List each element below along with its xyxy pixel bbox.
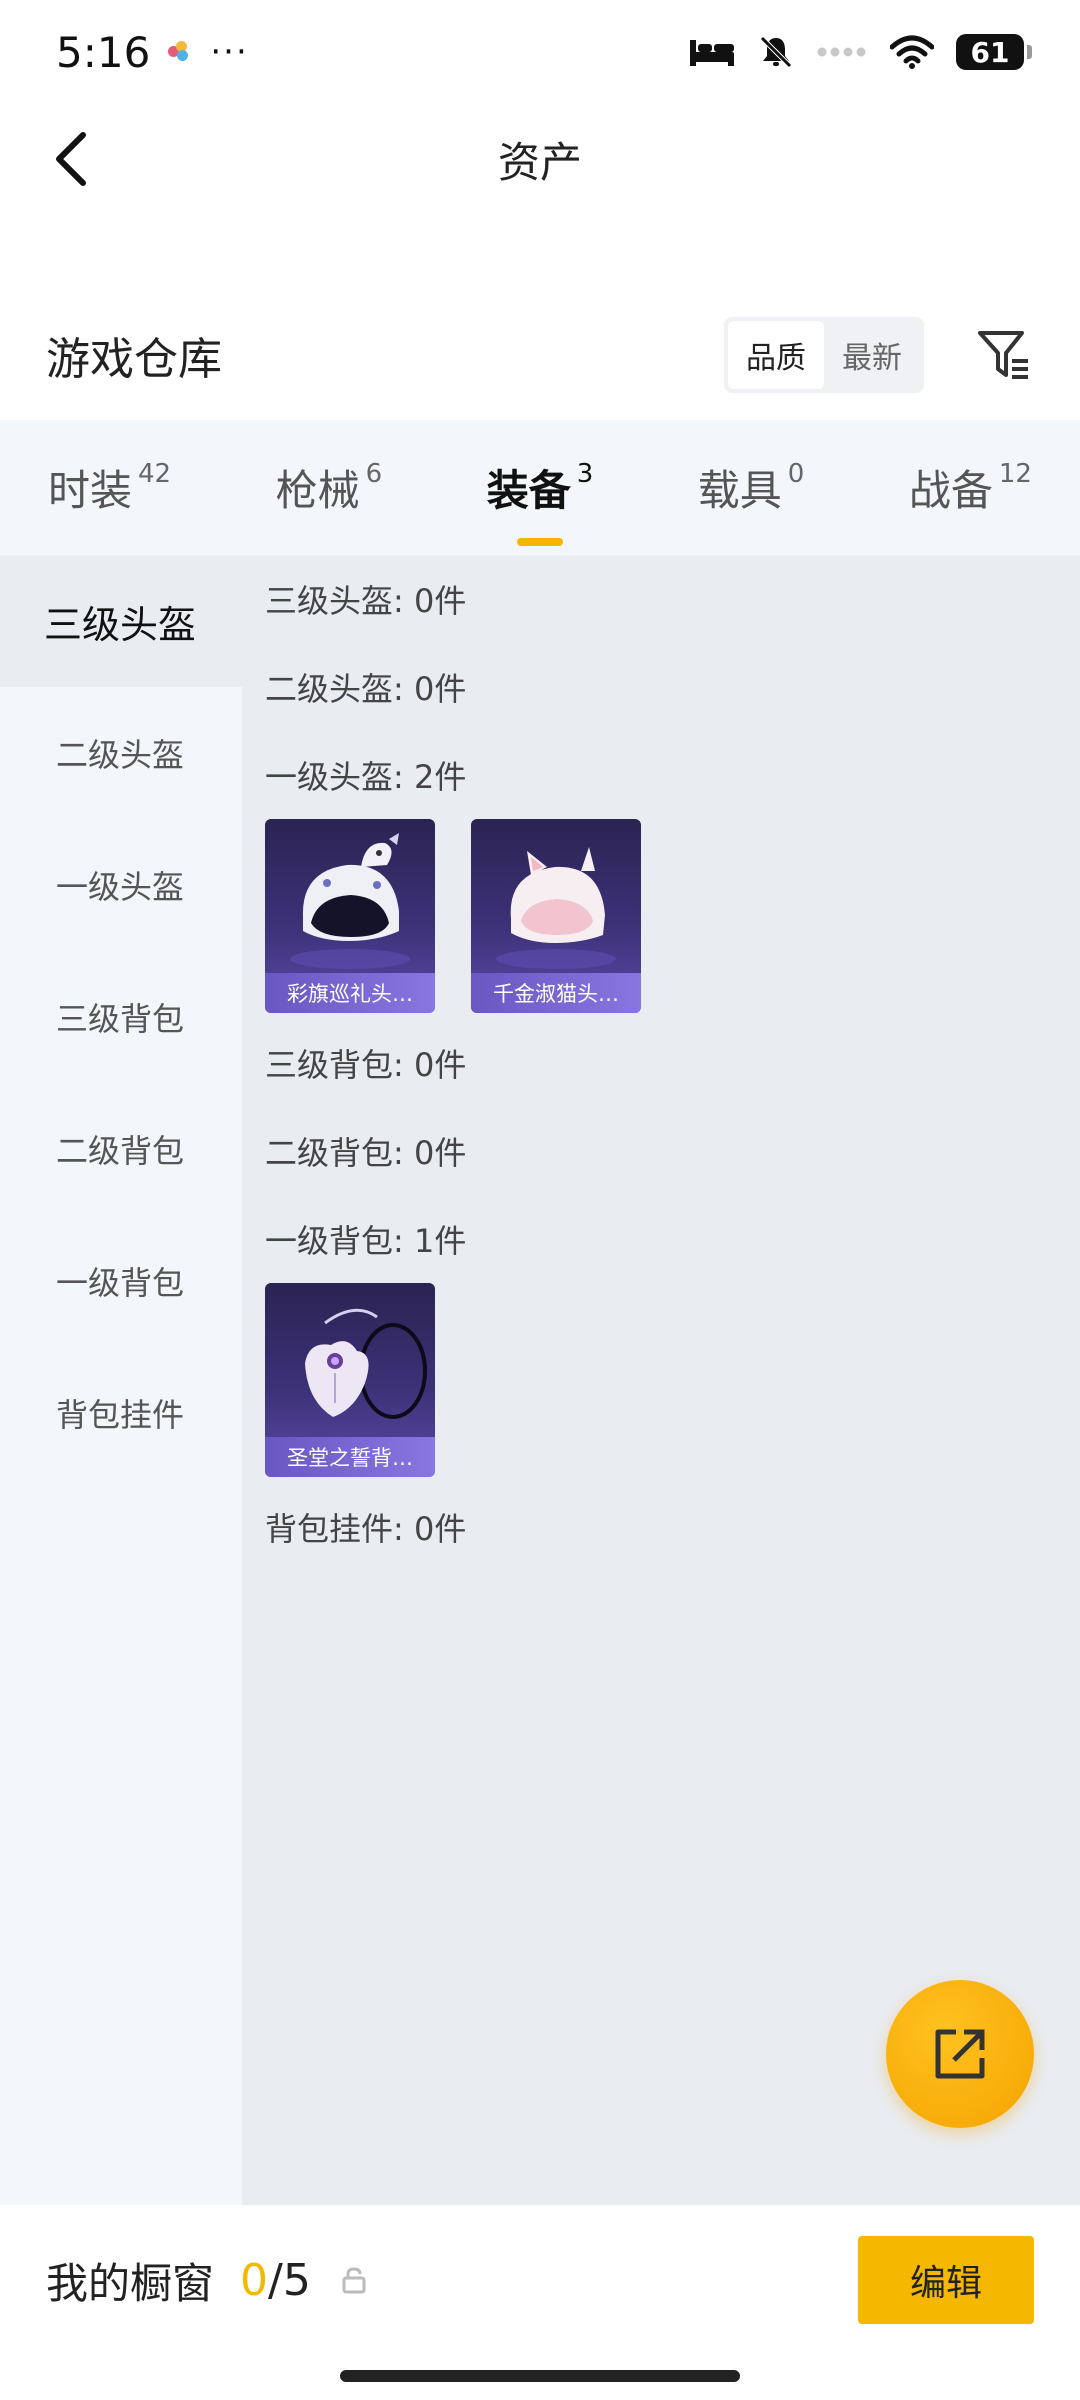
filter-icon [978,331,1028,379]
section-label: 三级头盔: 0件 [265,582,467,620]
header: 资产 [0,104,1080,214]
active-tab-indicator [516,538,563,546]
item-card[interactable]: 圣堂之誓背… [265,1283,435,1477]
tab-label: 枪械 [275,466,360,515]
section-label: 三级背包: 0件 [265,1046,467,1084]
sidebar-item-level3-backpack[interactable]: 三级背包 [0,951,242,1083]
section-label: 一级头盔: 2件 [265,758,467,796]
tab-count: 0 [787,459,805,489]
warehouse-row: 游戏仓库 品质 最新 [0,300,1080,410]
sidebar-item-level1-backpack[interactable]: 一级背包 [0,1215,242,1347]
battery-icon: 61 [956,34,1032,70]
more-notifications-icon: ··· [210,32,249,72]
category-sidebar: 三级头盔 二级头盔 一级头盔 三级背包 二级背包 一级背包 背包挂件 [0,555,242,2205]
page-title: 资产 [497,137,582,187]
tab-label: 载具 [697,466,782,515]
section-label: 二级头盔: 0件 [265,670,467,708]
section-label: 背包挂件: 0件 [265,1510,467,1548]
item-name: 圣堂之誓背… [265,1437,435,1477]
item-name: 千金淑猫头… [471,973,641,1013]
tab-fashion[interactable]: 时装 42 [48,457,171,518]
tab-guns[interactable]: 枪械 6 [276,457,383,518]
item-grid: 圣堂之誓背… [265,1283,1080,1477]
sidebar-item-level2-helmet[interactable]: 二级头盔 [0,687,242,819]
section-label: 二级背包: 0件 [265,1134,467,1172]
lock-icon [341,2266,367,2294]
sidebar-item-level2-backpack[interactable]: 二级背包 [0,1083,242,1215]
showcase-label: 我的橱窗 [46,2258,215,2308]
item-card[interactable]: 千金淑猫头… [471,819,641,1013]
section-label: 一级背包: 1件 [265,1222,467,1260]
showcase-count: 0/5 [240,2255,311,2306]
tab-count: 3 [576,459,594,489]
warehouse-title: 游戏仓库 [46,334,222,385]
showcase-bar: 我的橱窗 0/5 编辑 [0,2205,1080,2355]
sort-toggle: 品质 最新 [724,317,924,393]
tab-count: 6 [365,459,383,489]
cat-helmet-icon [496,847,616,969]
showcase-total: /5 [268,2254,311,2306]
bed-icon [690,40,734,66]
tab-label: 时装 [48,466,133,515]
tab-count: 12 [998,459,1032,489]
item-list: 三级头盔: 0件 二级头盔: 0件 一级头盔: 2件 彩旗巡礼头… 千金淑猫头…… [242,555,1080,2205]
status-time: 5:16 [56,27,151,77]
category-tabs: 时装 42 枪械 6 装备 3 载具 0 战备 12 [0,420,1080,555]
share-button[interactable] [886,1980,1034,2128]
sidebar-item-level3-helmet[interactable]: 三级头盔 [0,555,242,687]
tab-supplies[interactable]: 战备 12 [909,457,1032,518]
back-button[interactable] [36,124,106,194]
chevron-left-icon [56,132,86,186]
tab-equipment[interactable]: 装备 3 [486,457,594,546]
mute-bell-icon [760,36,792,68]
item-card[interactable]: 彩旗巡礼头… [265,819,435,1013]
app-notification-icon [168,41,190,63]
sidebar-item-backpack-charm[interactable]: 背包挂件 [0,1347,242,1479]
tab-label: 战备 [908,466,993,515]
signal-icon [817,47,866,57]
sort-quality-button[interactable]: 品质 [728,321,824,389]
showcase-used: 0 [240,2254,269,2306]
item-name: 彩旗巡礼头… [265,973,435,1013]
tab-count: 42 [138,459,172,489]
status-bar: 5:16 ··· 61 [0,0,1080,104]
backpack-icon [305,1308,427,1419]
tab-vehicles[interactable]: 载具 0 [698,457,805,518]
sort-newest-button[interactable]: 最新 [824,321,920,389]
tab-label: 装备 [486,466,571,515]
edit-button[interactable]: 编辑 [858,2236,1034,2324]
filter-button[interactable] [974,325,1034,385]
home-indicator[interactable] [340,2370,740,2382]
sidebar-item-level1-helmet[interactable]: 一级头盔 [0,819,242,951]
item-grid: 彩旗巡礼头… 千金淑猫头… [265,819,1080,1013]
share-icon [935,2029,985,2079]
helmet-icon [290,833,410,969]
wifi-icon [890,35,934,69]
